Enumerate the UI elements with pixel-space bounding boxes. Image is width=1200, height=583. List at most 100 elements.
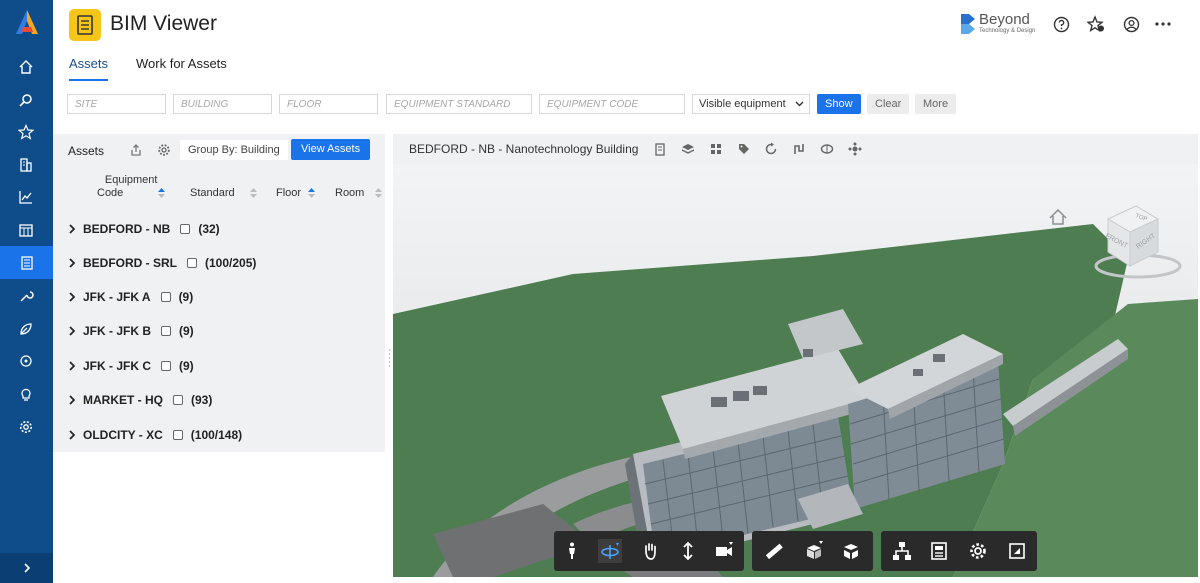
asset-group-checkbox[interactable] bbox=[161, 326, 172, 336]
search-icon[interactable] bbox=[15, 89, 37, 111]
asset-group-name: JFK - JFK B bbox=[83, 324, 152, 338]
tab-assets[interactable]: Assets bbox=[69, 56, 109, 81]
asset-group-name: JFK - JFK A bbox=[83, 290, 151, 304]
fullscreen-icon[interactable] bbox=[1005, 539, 1029, 563]
document-list-icon bbox=[20, 255, 33, 270]
grid-view-icon[interactable] bbox=[709, 142, 723, 156]
site-input[interactable] bbox=[67, 94, 166, 114]
more-button[interactable]: More bbox=[915, 94, 957, 114]
app-logo-icon[interactable] bbox=[13, 8, 41, 36]
favorite-add-star-icon[interactable] bbox=[1086, 14, 1106, 34]
leaf-icon[interactable] bbox=[15, 318, 37, 340]
calendar-icon[interactable] bbox=[15, 219, 37, 241]
column-header-room[interactable]: Room bbox=[335, 187, 383, 200]
brand-name: Beyond bbox=[979, 11, 1030, 28]
home-icon[interactable] bbox=[15, 56, 37, 78]
asset-group-checkbox[interactable] bbox=[180, 224, 191, 234]
chevron-right-icon[interactable] bbox=[67, 224, 77, 234]
building-input[interactable] bbox=[173, 94, 272, 114]
beyond-logo-icon bbox=[961, 14, 975, 34]
asset-group-checkbox[interactable] bbox=[160, 292, 171, 302]
first-person-icon[interactable] bbox=[560, 539, 584, 563]
clear-button[interactable]: Clear bbox=[867, 94, 910, 114]
asset-group-name: JFK - JFK C bbox=[83, 359, 152, 373]
measure-ruler-icon[interactable] bbox=[762, 539, 786, 563]
brand-tagline: Technology & Design bbox=[979, 28, 1036, 34]
buildings-icon[interactable] bbox=[15, 154, 37, 176]
panel-settings-gear-icon[interactable] bbox=[157, 143, 171, 157]
asset-group-row[interactable]: JFK - JFK C (9) bbox=[67, 356, 194, 376]
user-account-icon[interactable] bbox=[1121, 14, 1141, 34]
asset-group-name: OLDCITY - XC bbox=[83, 428, 163, 442]
view-assets-button[interactable]: View Assets bbox=[291, 139, 371, 160]
group-by-button[interactable]: Group By: Building bbox=[180, 140, 288, 160]
building-icon[interactable] bbox=[653, 142, 667, 156]
settings-gear-icon[interactable] bbox=[15, 416, 37, 438]
network-icon[interactable] bbox=[848, 142, 862, 156]
asset-group-count: (93) bbox=[191, 393, 213, 407]
equipment-code-input[interactable] bbox=[539, 94, 685, 114]
pipeline-icon[interactable] bbox=[792, 142, 806, 156]
lightbulb-icon[interactable] bbox=[15, 383, 37, 405]
layers-icon[interactable] bbox=[681, 142, 695, 156]
expand-nav-button[interactable] bbox=[0, 553, 53, 583]
more-options-icon[interactable] bbox=[1153, 14, 1173, 34]
chevron-right-icon[interactable] bbox=[67, 361, 77, 371]
export-icon[interactable] bbox=[129, 143, 143, 157]
asset-group-checkbox[interactable] bbox=[187, 258, 197, 268]
tab-work-for-assets[interactable]: Work for Assets bbox=[136, 56, 227, 79]
floor-input[interactable] bbox=[279, 94, 378, 114]
navigation-toolbar bbox=[554, 531, 744, 571]
asset-group-name: BEDFORD - SRL bbox=[83, 256, 177, 270]
asset-group-row[interactable]: JFK - JFK B (9) bbox=[67, 321, 194, 341]
chevron-right-icon[interactable] bbox=[67, 395, 77, 405]
3d-model-scene[interactable]: TOP FRONT RIGHT bbox=[393, 164, 1198, 577]
chevron-right-icon[interactable] bbox=[67, 326, 77, 336]
favorites-star-icon[interactable] bbox=[15, 121, 37, 143]
viewer-settings-gear-icon[interactable] bbox=[966, 539, 990, 563]
brand-logo: Beyond Technology & Design bbox=[959, 12, 1035, 36]
column-header-standard[interactable]: Standard bbox=[190, 187, 257, 200]
asset-group-name: MARKET - HQ bbox=[83, 393, 163, 407]
chart-icon[interactable] bbox=[15, 186, 37, 208]
bim-3d-viewer[interactable]: BEDFORD - NB - Nanotechnology Building T… bbox=[393, 134, 1198, 577]
asset-group-row[interactable]: BEDFORD - SRL (100/205) bbox=[67, 253, 256, 273]
sort-asc-icon bbox=[308, 188, 316, 199]
asset-group-row[interactable]: MARKET - HQ (93) bbox=[67, 390, 212, 410]
wrench-icon[interactable] bbox=[15, 285, 37, 307]
visibility-select[interactable]: Visible equipment bbox=[692, 94, 810, 114]
asset-group-row[interactable]: BEDFORD - NB (32) bbox=[67, 219, 220, 239]
bim-viewer-nav-item[interactable] bbox=[0, 246, 53, 279]
explode-model-icon[interactable] bbox=[839, 539, 863, 563]
chevron-right-icon[interactable] bbox=[67, 292, 77, 302]
asset-group-row[interactable]: JFK - JFK A (9) bbox=[67, 287, 193, 307]
chevron-right-icon bbox=[23, 563, 30, 573]
sync-icon[interactable] bbox=[15, 350, 37, 372]
assets-panel: Assets Group By: Building View Assets Eq… bbox=[53, 134, 385, 577]
help-icon[interactable] bbox=[1051, 14, 1071, 34]
app-header: BIM Viewer Beyond Technology & Design bbox=[53, 0, 1200, 48]
chevron-right-icon[interactable] bbox=[67, 258, 77, 268]
show-button[interactable]: Show bbox=[817, 94, 861, 114]
pan-hand-icon[interactable] bbox=[638, 539, 662, 563]
asset-group-checkbox[interactable] bbox=[173, 395, 183, 405]
column-header-floor[interactable]: Floor bbox=[276, 187, 316, 200]
column-header-equipment-code[interactable]: Equipment Code bbox=[97, 174, 166, 200]
asset-group-count: (32) bbox=[198, 222, 220, 236]
panel-resize-handle[interactable] bbox=[388, 348, 391, 368]
chevron-right-icon[interactable] bbox=[67, 430, 77, 440]
page-title: BIM Viewer bbox=[110, 12, 217, 35]
zoom-icon[interactable] bbox=[676, 539, 700, 563]
tag-icon[interactable] bbox=[737, 142, 751, 156]
asset-group-row[interactable]: OLDCITY - XC (100/148) bbox=[67, 425, 242, 445]
orbit-icon[interactable] bbox=[598, 539, 622, 563]
equipment-standard-input[interactable] bbox=[386, 94, 532, 114]
section-box-icon[interactable] bbox=[802, 539, 826, 563]
model-browser-tree-icon[interactable] bbox=[890, 539, 914, 563]
camera-icon[interactable] bbox=[712, 539, 736, 563]
refresh-icon[interactable] bbox=[764, 142, 778, 156]
asset-group-checkbox[interactable] bbox=[161, 361, 172, 371]
properties-icon[interactable] bbox=[927, 539, 951, 563]
brain-icon[interactable] bbox=[820, 142, 834, 156]
asset-group-checkbox[interactable] bbox=[172, 430, 183, 440]
